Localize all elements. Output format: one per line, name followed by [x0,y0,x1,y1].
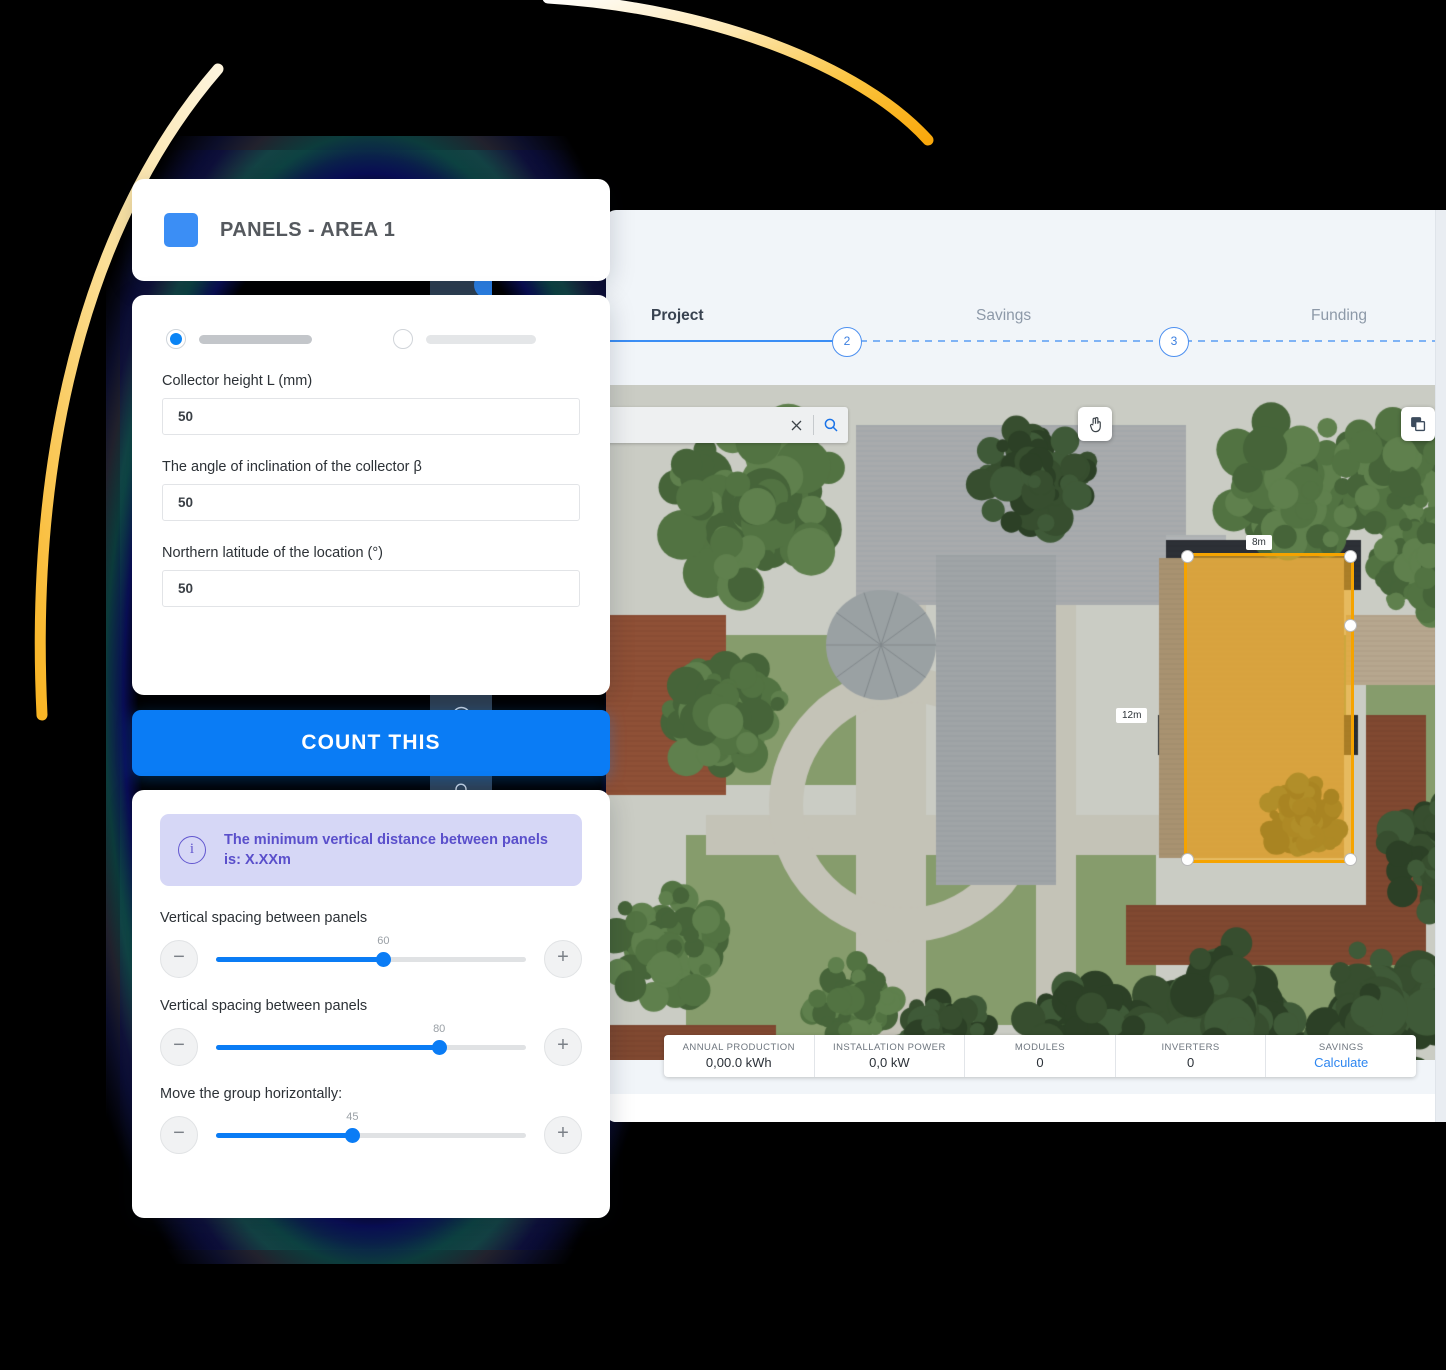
slider-label: Vertical spacing between panels [160,910,368,926]
search-input[interactable] [606,407,779,443]
selection-handle-br[interactable] [1344,853,1357,866]
radio-option-2[interactable] [393,329,413,349]
slider-track-wrap[interactable]: 80 [216,1023,526,1062]
decrement-button[interactable]: − [160,1028,198,1066]
field-label: Collector height L (mm) [162,373,313,389]
field-collector-height: Collector height L (mm) [162,373,580,435]
step-marker-3[interactable]: 3 [1159,327,1189,357]
radio-option-1-label-skeleton [199,334,312,344]
stat-header: INVERTERS [1161,1042,1220,1053]
stat-installation-power: INSTALLATION POWER 0,0 kW [815,1035,966,1077]
slider-label: Vertical spacing between panels [160,998,368,1014]
stat-header: SAVINGS [1318,1042,1364,1053]
slider-track-wrap[interactable]: 60 [216,935,526,974]
stat-annual-production: ANNUAL PRODUCTION 0,00.0 kWh [664,1035,815,1077]
panel-color-swatch[interactable] [164,213,198,247]
map-search-bar[interactable] [606,407,848,443]
slider-track-wrap[interactable]: 45 [216,1111,526,1150]
info-banner-text: The minimum vertical distance between pa… [224,832,548,868]
step-line-pending-3 [1185,340,1446,342]
panel-title-card: PANELS - AREA 1 [132,179,610,281]
slider-fill [216,957,384,962]
info-banner: i The minimum vertical distance between … [160,814,582,886]
progress-stepper: Project Savings Funding 2 3 [606,210,1446,385]
decrement-button[interactable]: − [160,1116,198,1154]
stat-value: 0,00.0 kWh [705,1055,772,1070]
slider-value: 45 [346,1111,359,1123]
slider-label: Move the group horizontally: [160,1086,343,1102]
satellite-map[interactable]: 8m 12m [606,385,1446,1060]
field-inclination-angle: The angle of inclination of the collecto… [162,459,580,521]
decrement-button[interactable]: − [160,940,198,978]
scrollbar[interactable] [1435,210,1446,1122]
stat-value: 0,0 kW [869,1055,910,1070]
field-label: Northern latitude of the location (°) [162,545,383,561]
slider-fill [216,1045,440,1050]
step-marker-2[interactable]: 2 [832,327,862,357]
step-label-funding[interactable]: Funding [1311,307,1367,325]
layers-tool-button[interactable] [1401,407,1435,441]
stat-header: MODULES [1014,1042,1066,1053]
collector-height-input[interactable] [162,398,580,435]
selection-handle-bl[interactable] [1181,853,1194,866]
slider-move-horizontally: Move the group horizontally: − 45 + [160,1086,582,1154]
decorative-arc-top [542,0,934,146]
radio-options-row [162,323,580,373]
radio-option-1[interactable] [166,329,186,349]
step-label-savings[interactable]: Savings [976,307,1031,325]
close-icon[interactable] [779,408,813,442]
stat-savings: SAVINGS Calculate [1266,1035,1416,1077]
stat-header: INSTALLATION POWER [832,1042,946,1053]
increment-button[interactable]: + [544,1028,582,1066]
page-title: PANELS - AREA 1 [220,218,396,241]
stat-modules: MODULES 0 [965,1035,1116,1077]
northern-latitude-input[interactable] [162,570,580,607]
app-footer [606,1094,1446,1122]
slider-value: 60 [377,935,390,947]
slider-row: − 45 + [160,1111,582,1154]
calculate-savings-link[interactable]: Calculate [1314,1055,1368,1070]
slider-value: 80 [433,1023,446,1035]
collector-form-card: Collector height L (mm) The angle of inc… [132,295,610,695]
count-this-button[interactable]: COUNT THIS [132,710,610,776]
stats-bar: ANNUAL PRODUCTION 0,00.0 kWh INSTALLATIO… [664,1035,1416,1077]
step-label-project[interactable]: Project [651,307,704,325]
stat-value: 0 [1036,1055,1044,1070]
slider-knob[interactable] [432,1040,448,1055]
slider-row: − 80 + [160,1023,582,1066]
slider-knob[interactable] [376,952,392,967]
radio-option-2-label-skeleton [426,334,536,344]
step-line-completed [606,340,839,342]
app-window: Project Savings Funding 2 3 8m 12m ANNUA… [606,210,1446,1122]
slider-row: − 60 + [160,935,582,978]
selection-handle-tl[interactable] [1181,550,1194,563]
slider-knob[interactable] [345,1128,361,1143]
stat-inverters: INVERTERS 0 [1116,1035,1267,1077]
info-icon: i [178,836,206,864]
inclination-angle-input[interactable] [162,484,580,521]
step-line-pending-2 [860,340,1183,342]
slider-vertical-spacing-2: Vertical spacing between panels − 80 + [160,998,582,1066]
spacing-sliders-card: i The minimum vertical distance between … [132,790,610,1218]
search-icon[interactable] [814,408,848,442]
selection-handle-mr[interactable] [1344,619,1357,632]
roof-selection-polygon[interactable] [1181,550,1357,866]
increment-button[interactable]: + [544,940,582,978]
dimension-label-top: 8m [1246,535,1272,550]
dimension-label-left: 12m [1116,708,1148,723]
field-northern-latitude: Northern latitude of the location (°) [162,545,580,607]
stat-header: ANNUAL PRODUCTION [682,1042,795,1053]
increment-button[interactable]: + [544,1116,582,1154]
stat-value: 0 [1186,1055,1195,1070]
slider-fill [216,1133,353,1138]
slider-vertical-spacing-1: Vertical spacing between panels − 60 + [160,910,582,978]
field-label: The angle of inclination of the collecto… [162,459,422,475]
selection-handle-tr[interactable] [1344,550,1357,563]
pan-tool-button[interactable] [1078,407,1112,441]
